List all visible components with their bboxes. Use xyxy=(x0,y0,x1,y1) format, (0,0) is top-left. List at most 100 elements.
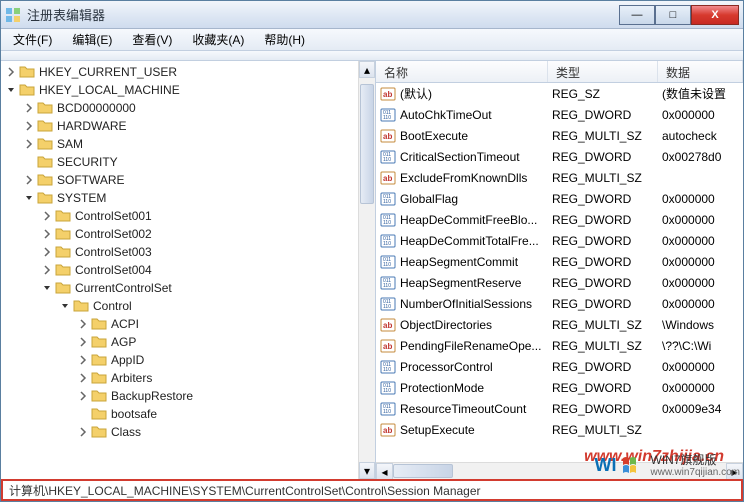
list-row[interactable]: 011110HeapDeCommitTotalFre...REG_DWORD0x… xyxy=(376,230,743,251)
column-header-name[interactable]: 名称 xyxy=(376,61,548,82)
tree-node-class[interactable]: Class xyxy=(77,423,141,441)
tree-node-cs003[interactable]: ControlSet003 xyxy=(41,243,152,261)
scroll-track[interactable] xyxy=(393,463,726,479)
tree-node-system[interactable]: SYSTEM xyxy=(23,189,106,207)
tree-node-cs002[interactable]: ControlSet002 xyxy=(41,225,152,243)
tree-node-software[interactable]: SOFTWARE xyxy=(23,171,125,189)
scroll-thumb[interactable] xyxy=(360,84,374,204)
titlebar: 注册表编辑器 — □ X xyxy=(1,1,743,29)
column-header-type[interactable]: 类型 xyxy=(548,61,658,82)
list-row[interactable]: 011110ResourceTimeoutCountREG_DWORD0x000… xyxy=(376,398,743,419)
tree-node-hklm[interactable]: HKEY_LOCAL_MACHINE xyxy=(5,81,180,99)
tree-node-security[interactable]: SECURITY xyxy=(23,153,118,171)
maximize-button[interactable]: □ xyxy=(655,5,691,25)
chevron-right-icon[interactable] xyxy=(77,318,89,330)
list-row[interactable]: 011110HeapDeCommitFreeBlo...REG_DWORD0x0… xyxy=(376,209,743,230)
tree-node-appid[interactable]: AppID xyxy=(77,351,144,369)
list-row[interactable]: 011110GlobalFlagREG_DWORD0x000000 xyxy=(376,188,743,209)
menu-edit[interactable]: 编辑(E) xyxy=(64,29,120,50)
chevron-right-icon[interactable] xyxy=(41,246,53,258)
menu-help[interactable]: 帮助(H) xyxy=(256,29,313,50)
chevron-right-icon[interactable] xyxy=(5,66,17,78)
chevron-down-icon[interactable] xyxy=(23,192,35,204)
tree-node-agp[interactable]: AGP xyxy=(77,333,136,351)
close-button[interactable]: X xyxy=(691,5,739,25)
tree-node-arbiters[interactable]: Arbiters xyxy=(77,369,152,387)
tree-node-hardware[interactable]: HARDWARE xyxy=(23,117,127,135)
chevron-right-icon[interactable] xyxy=(77,372,89,384)
list-row[interactable]: abPendingFileRenameOpe...REG_MULTI_SZ\??… xyxy=(376,335,743,356)
menu-file[interactable]: 文件(F) xyxy=(5,29,60,50)
scroll-right-button[interactable]: ▸ xyxy=(726,463,743,479)
tree-node-backuprestore[interactable]: BackupRestore xyxy=(77,387,193,405)
chevron-right-icon[interactable] xyxy=(41,264,53,276)
chevron-right-icon[interactable] xyxy=(23,138,35,150)
tree-node-acpi[interactable]: ACPI xyxy=(77,315,139,333)
list-row[interactable]: ab(默认)REG_SZ(数值未设置 xyxy=(376,83,743,104)
value-dw-icon: 011110 xyxy=(380,149,396,165)
list-horizontal-scrollbar[interactable]: ◂ ▸ xyxy=(376,462,743,479)
svg-text:110: 110 xyxy=(383,241,391,247)
minimize-button[interactable]: — xyxy=(619,5,655,25)
chevron-right-icon[interactable] xyxy=(23,102,35,114)
column-header-data[interactable]: 数据 xyxy=(658,61,743,82)
tree-node-control[interactable]: Control xyxy=(59,297,132,315)
list-row[interactable]: 011110NumberOfInitialSessionsREG_DWORD0x… xyxy=(376,293,743,314)
chevron-down-icon[interactable] xyxy=(59,300,71,312)
tree-node-bootsafe[interactable]: bootsafe xyxy=(77,405,157,423)
chevron-right-icon[interactable] xyxy=(41,210,53,222)
tree-vertical-scrollbar[interactable]: ▴ ▾ xyxy=(358,61,375,479)
tree-label: BCD00000000 xyxy=(57,101,136,115)
chevron-down-icon[interactable] xyxy=(41,282,53,294)
folder-icon xyxy=(19,82,35,98)
tree-node-bcd[interactable]: BCD00000000 xyxy=(23,99,136,117)
list-row[interactable]: abExcludeFromKnownDllsREG_MULTI_SZ xyxy=(376,167,743,188)
list-row[interactable]: abObjectDirectoriesREG_MULTI_SZ\Windows xyxy=(376,314,743,335)
chevron-down-icon[interactable] xyxy=(5,84,17,96)
row-data: 0x000000 xyxy=(658,276,743,290)
tree-label: bootsafe xyxy=(111,407,157,421)
tree: HKEY_CURRENT_USER HKEY_LOCAL_MACHINE BCD… xyxy=(1,61,375,479)
scroll-down-button[interactable]: ▾ xyxy=(359,462,375,479)
row-type: REG_MULTI_SZ xyxy=(548,318,658,332)
list-row[interactable]: 011110CriticalSectionTimeoutREG_DWORD0x0… xyxy=(376,146,743,167)
list-row[interactable]: 011110HeapSegmentReserveREG_DWORD0x00000… xyxy=(376,272,743,293)
row-name: SetupExecute xyxy=(400,423,475,437)
menu-view[interactable]: 查看(V) xyxy=(124,29,180,50)
chevron-right-icon[interactable] xyxy=(23,174,35,186)
scroll-thumb[interactable] xyxy=(393,464,453,478)
row-name: GlobalFlag xyxy=(400,192,458,206)
svg-text:ab: ab xyxy=(383,426,392,435)
row-name: ProtectionMode xyxy=(400,381,484,395)
list-row[interactable]: 011110ProtectionModeREG_DWORD0x000000 xyxy=(376,377,743,398)
chevron-right-icon[interactable] xyxy=(23,120,35,132)
folder-icon xyxy=(37,118,53,134)
chevron-right-icon[interactable] xyxy=(41,228,53,240)
list-row[interactable]: 011110ProcessorControlREG_DWORD0x000000 xyxy=(376,356,743,377)
menu-favorites[interactable]: 收藏夹(A) xyxy=(184,29,252,50)
list-row[interactable]: abBootExecuteREG_MULTI_SZautocheck xyxy=(376,125,743,146)
chevron-right-icon[interactable] xyxy=(77,354,89,366)
chevron-right-icon[interactable] xyxy=(77,390,89,402)
tree-node-sam[interactable]: SAM xyxy=(23,135,83,153)
list-row[interactable]: 011110AutoChkTimeOutREG_DWORD0x000000 xyxy=(376,104,743,125)
scroll-up-button[interactable]: ▴ xyxy=(359,61,375,78)
tree-pane: HKEY_CURRENT_USER HKEY_LOCAL_MACHINE BCD… xyxy=(1,61,376,479)
tree-node-hkcu[interactable]: HKEY_CURRENT_USER xyxy=(5,63,177,81)
svg-text:ab: ab xyxy=(383,342,392,351)
tree-node-cs004[interactable]: ControlSet004 xyxy=(41,261,152,279)
value-multi-icon: ab xyxy=(380,422,396,438)
tree-node-cs001[interactable]: ControlSet001 xyxy=(41,207,152,225)
toolbar-spacer xyxy=(1,51,743,61)
scroll-left-button[interactable]: ◂ xyxy=(376,463,393,479)
list-row[interactable]: abSetupExecuteREG_MULTI_SZ xyxy=(376,419,743,440)
scroll-track[interactable] xyxy=(359,78,375,462)
folder-icon xyxy=(37,136,53,152)
list-row[interactable]: 011110HeapSegmentCommitREG_DWORD0x000000 xyxy=(376,251,743,272)
chevron-right-icon[interactable] xyxy=(77,426,89,438)
row-name: ExcludeFromKnownDlls xyxy=(400,171,527,185)
chevron-right-icon[interactable] xyxy=(77,336,89,348)
tree-label: AGP xyxy=(111,335,136,349)
tree-node-ccs[interactable]: CurrentControlSet xyxy=(41,279,172,297)
row-data: 0x00278d0 xyxy=(658,150,743,164)
